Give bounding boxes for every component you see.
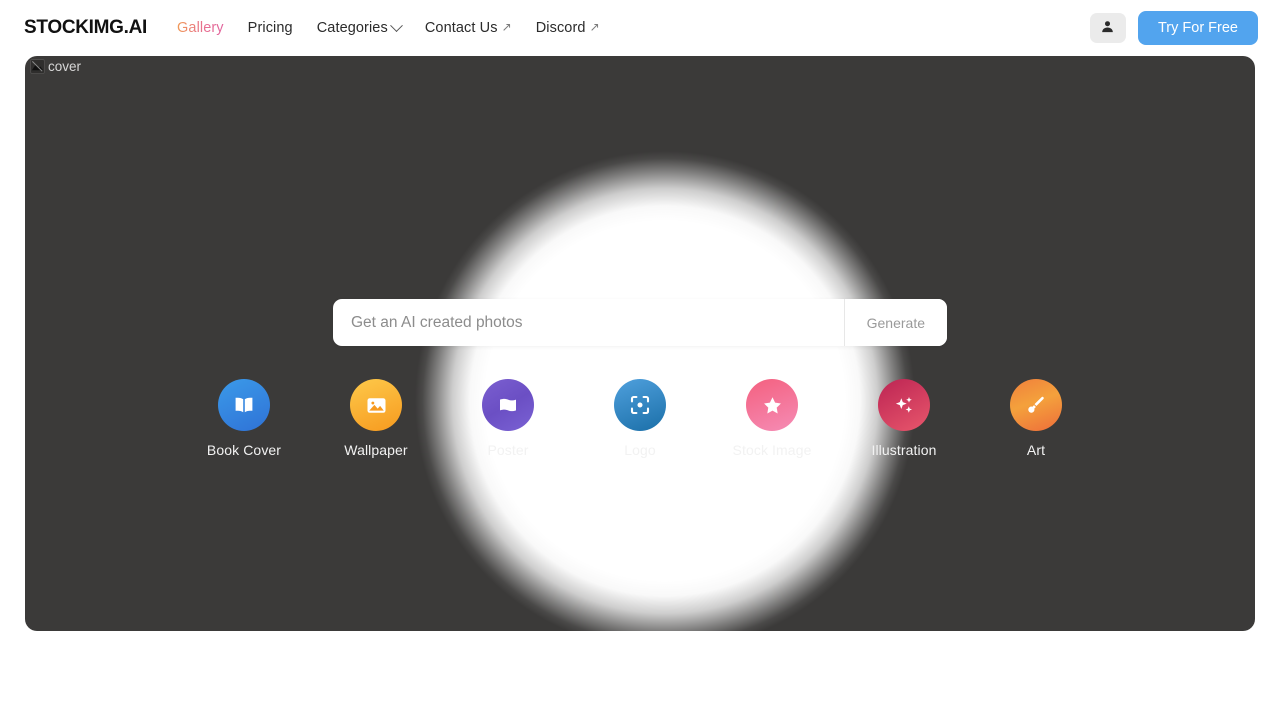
- account-button[interactable]: [1090, 13, 1126, 43]
- category-art[interactable]: Art: [1003, 379, 1069, 458]
- nav-item-categories[interactable]: Categories: [317, 20, 401, 36]
- nav-item-discord[interactable]: Discord ↗: [536, 20, 600, 36]
- external-link-icon: ↗: [502, 21, 512, 33]
- category-wallpaper[interactable]: Wallpaper: [343, 379, 409, 458]
- main-navigation: Gallery Pricing Categories Contact Us ↗ …: [177, 20, 600, 36]
- nav-item-contact-us[interactable]: Contact Us ↗: [425, 20, 512, 36]
- category-label: Logo: [624, 442, 656, 458]
- header-actions: Try For Free: [1090, 11, 1258, 45]
- hero-panel: cover G AI Generate Book Cover: [25, 56, 1255, 631]
- chevron-down-icon: [390, 19, 403, 32]
- sparkles-icon: [878, 379, 930, 431]
- category-label: Art: [1027, 442, 1045, 458]
- banner-icon: [482, 379, 534, 431]
- book-icon: [218, 379, 270, 431]
- broken-image-alt-text: cover: [48, 59, 81, 74]
- nav-label: Gallery: [177, 20, 224, 36]
- category-illustration[interactable]: Illustration: [871, 379, 937, 458]
- person-icon: [1100, 19, 1115, 37]
- category-label: Book Cover: [207, 442, 281, 458]
- nav-label: Categories: [317, 20, 388, 36]
- nav-label: Pricing: [248, 20, 293, 36]
- try-for-free-button[interactable]: Try For Free: [1138, 11, 1258, 45]
- prompt-search-bar: Generate: [333, 299, 947, 346]
- category-label: Wallpaper: [344, 442, 407, 458]
- category-label: Illustration: [871, 442, 936, 458]
- nav-label: Contact Us: [425, 20, 498, 36]
- nav-item-pricing[interactable]: Pricing: [248, 20, 293, 36]
- logo[interactable]: STOCKIMG.AI: [24, 17, 147, 39]
- broken-image-placeholder: cover: [30, 59, 81, 74]
- category-label: Stock Image: [733, 442, 812, 458]
- image-icon: [350, 379, 402, 431]
- category-row: Book Cover Wallpaper Poster: [25, 379, 1255, 458]
- category-book-cover[interactable]: Book Cover: [211, 379, 277, 458]
- star-icon: [746, 379, 798, 431]
- nav-item-gallery[interactable]: Gallery: [177, 20, 224, 36]
- search-input[interactable]: [333, 299, 844, 346]
- nav-label: Discord: [536, 20, 586, 36]
- category-logo[interactable]: Logo: [607, 379, 673, 458]
- category-stock-image[interactable]: Stock Image: [739, 379, 805, 458]
- site-header: STOCKIMG.AI Gallery Pricing Categories C…: [0, 0, 1280, 56]
- broken-image-icon: [30, 59, 45, 74]
- paintbrush-icon: [1010, 379, 1062, 431]
- focus-icon: [614, 379, 666, 431]
- category-poster[interactable]: Poster: [475, 379, 541, 458]
- generate-button[interactable]: Generate: [844, 299, 947, 346]
- category-label: Poster: [487, 442, 528, 458]
- external-link-icon: ↗: [590, 21, 600, 33]
